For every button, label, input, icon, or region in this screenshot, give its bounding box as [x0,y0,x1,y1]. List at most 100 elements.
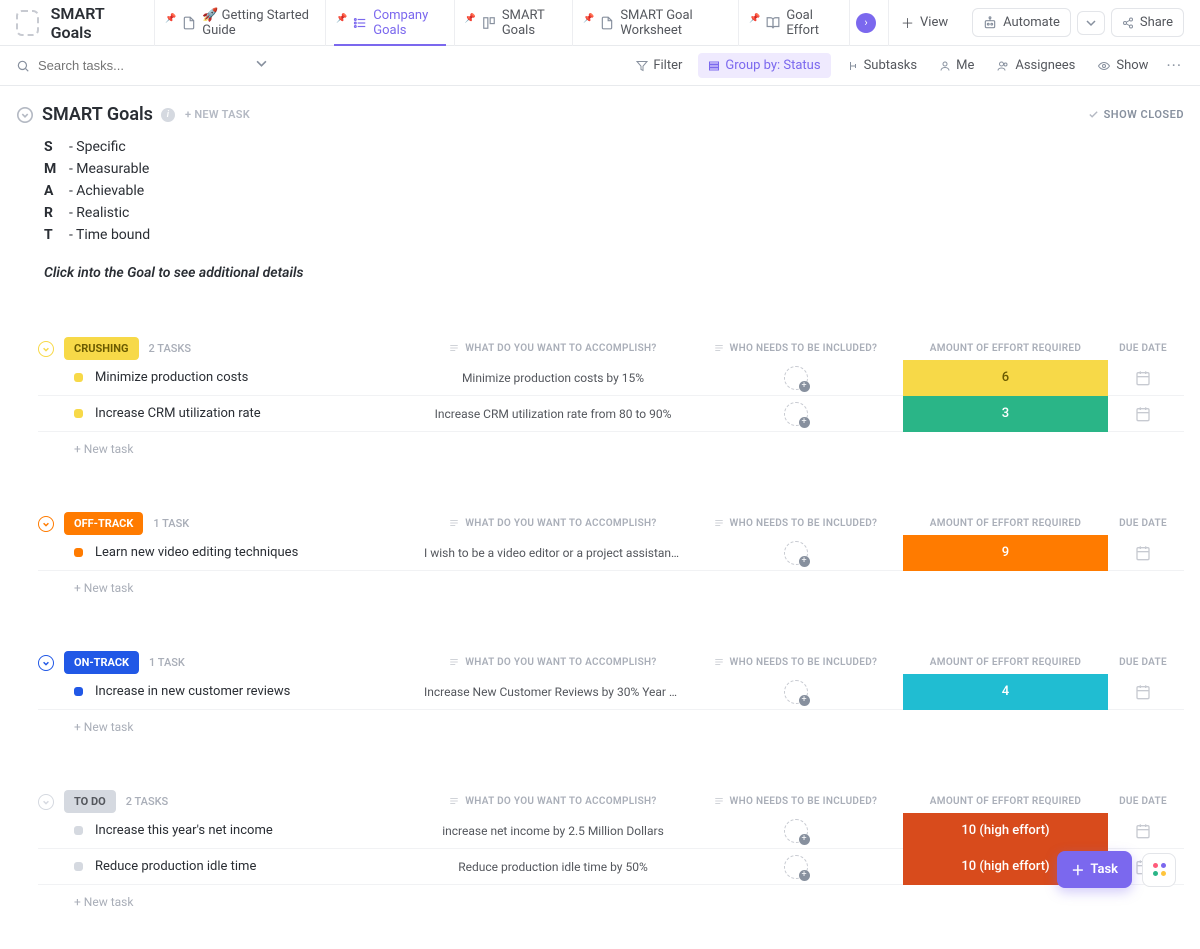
assignees-button[interactable]: Assignees [990,54,1081,77]
task-name-cell: Minimize production costs [38,370,418,385]
desc-line: A - Achievable [44,183,1184,199]
tab-goal-effort[interactable]: 📌Goal Effort [738,0,843,46]
col-who[interactable]: WHO NEEDS TO BE INCLUDED? [688,657,903,668]
tab-label: Company Goals [373,8,441,38]
status-square-icon [74,548,83,557]
new-task-link[interactable]: + NEW TASK [185,108,250,121]
tab--getting-started-guide[interactable]: 📌🚀 Getting Started Guide [154,0,325,46]
task-assignee[interactable] [688,541,903,565]
group-collapse-icon[interactable] [38,341,54,357]
top-bar: SMART Goals 📌🚀 Getting Started Guide 📌 Com… [0,0,1200,46]
assignee-placeholder-icon [784,541,808,565]
task-row[interactable]: Increase this year's net incomeincrease … [38,813,1184,849]
col-effort[interactable]: AMOUNT OF EFFORT REQUIRED [903,343,1108,354]
task-due[interactable] [1108,823,1178,839]
task-effort[interactable]: 4 [903,674,1108,710]
robot-icon [983,16,997,30]
nav-arrow[interactable]: › [849,0,882,46]
status-square-icon [74,826,83,835]
task-name-cell: Increase this year's net income [38,823,418,838]
apps-fab[interactable] [1142,853,1176,887]
status-pill[interactable]: ON-TRACK [64,651,139,674]
add-task-button[interactable]: + New task [38,885,1184,909]
more-menu[interactable]: ··· [1164,52,1184,79]
col-who[interactable]: WHO NEEDS TO BE INCLUDED? [688,518,903,529]
status-pill[interactable]: OFF-TRACK [64,512,143,535]
task-assignee[interactable] [688,402,903,426]
eye-icon [1097,60,1111,72]
task-effort[interactable]: 9 [903,535,1108,571]
add-task-button[interactable]: + New task [38,432,1184,456]
task-row[interactable]: Learn new video editing techniquesI wish… [38,535,1184,571]
info-icon[interactable]: i [161,108,175,122]
task-effort[interactable]: 3 [903,396,1108,432]
automate-menu[interactable] [1077,11,1105,35]
group-collapse-icon[interactable] [38,794,54,810]
col-due[interactable]: DUE DATE [1108,518,1178,529]
task-assignee[interactable] [688,366,903,390]
tab-smart-goals[interactable]: 📌SMART Goals [454,0,572,46]
search-input[interactable] [38,58,198,73]
plus-icon: ＋ [1071,860,1084,879]
task-due[interactable] [1108,684,1178,700]
task-name: Increase in new customer reviews [95,684,290,699]
task-due[interactable] [1108,545,1178,561]
automate-button[interactable]: Automate [972,8,1071,37]
col-accomplish[interactable]: WHAT DO YOU WANT TO ACCOMPLISH? [418,657,688,668]
add-task-button[interactable]: + New task [38,571,1184,595]
task-row[interactable]: Increase in new customer reviewsIncrease… [38,674,1184,710]
show-closed-button[interactable]: SHOW CLOSED [1088,108,1184,121]
col-accomplish[interactable]: WHAT DO YOU WANT TO ACCOMPLISH? [418,518,688,529]
new-task-fab[interactable]: ＋ Task [1057,851,1132,888]
task-due[interactable] [1108,370,1178,386]
pin-icon: 📌 [465,14,476,24]
share-button[interactable]: Share [1111,8,1184,37]
col-effort[interactable]: AMOUNT OF EFFORT REQUIRED [903,657,1108,668]
group-collapse-icon[interactable] [38,516,54,532]
tab-company-goals[interactable]: 📌 Company Goals [325,0,454,46]
search-chevron[interactable] [256,58,267,73]
task-assignee[interactable] [688,855,903,879]
tab-smart-goal-worksheet[interactable]: 📌SMART Goal Worksheet [572,0,738,46]
check-icon [1088,109,1099,120]
add-task-button[interactable]: + New task [38,710,1184,734]
col-effort[interactable]: AMOUNT OF EFFORT REQUIRED [903,796,1108,807]
group-to do: TO DO2 TASKS WHAT DO YOU WANT TO ACCOMPL… [38,790,1184,909]
col-due[interactable]: DUE DATE [1108,657,1178,668]
col-accomplish[interactable]: WHAT DO YOU WANT TO ACCOMPLISH? [418,796,688,807]
task-assignee[interactable] [688,819,903,843]
status-pill[interactable]: CRUSHING [64,337,139,360]
collapse-icon[interactable] [16,106,34,124]
task-effort[interactable]: 10 (high effort) [903,813,1108,849]
groupby-button[interactable]: Group by: Status [698,53,830,78]
assignee-placeholder-icon [784,402,808,426]
col-due[interactable]: DUE DATE [1108,796,1178,807]
col-due[interactable]: DUE DATE [1108,343,1178,354]
col-who[interactable]: WHO NEEDS TO BE INCLUDED? [688,343,903,354]
task-assignee[interactable] [688,680,903,704]
list-header: SMART Goals i + NEW TASK SHOW CLOSED [16,104,1184,125]
list-description: S - SpecificM - MeasurableA - Achievable… [44,139,1184,281]
desc-line: T - Time bound [44,227,1184,243]
col-who[interactable]: WHO NEEDS TO BE INCLUDED? [688,796,903,807]
task-effort[interactable]: 6 [903,360,1108,396]
fab-task-label: Task [1090,862,1118,877]
task-row[interactable]: Minimize production costsMinimize produc… [38,360,1184,396]
show-button[interactable]: Show [1091,54,1154,77]
desc-line: M - Measurable [44,161,1184,177]
col-accomplish[interactable]: WHAT DO YOU WANT TO ACCOMPLISH? [418,343,688,354]
group-collapse-icon[interactable] [38,655,54,671]
subtasks-button[interactable]: Subtasks [841,54,924,77]
filter-button[interactable]: Filter [630,54,688,77]
task-due[interactable] [1108,406,1178,422]
task-row[interactable]: Reduce production idle timeReduce produc… [38,849,1184,885]
status-pill[interactable]: TO DO [64,790,116,813]
me-button[interactable]: Me [933,54,980,77]
task-row[interactable]: Increase CRM utilization rateIncrease CR… [38,396,1184,432]
task-name-cell: Increase CRM utilization rate [38,406,418,421]
workspace-title: SMART Goals [51,4,134,42]
share-icon [1122,17,1134,29]
col-effort[interactable]: AMOUNT OF EFFORT REQUIRED [903,518,1108,529]
add-view-button[interactable]: ＋ View [888,0,960,46]
pin-icon: 📌 [336,14,347,24]
